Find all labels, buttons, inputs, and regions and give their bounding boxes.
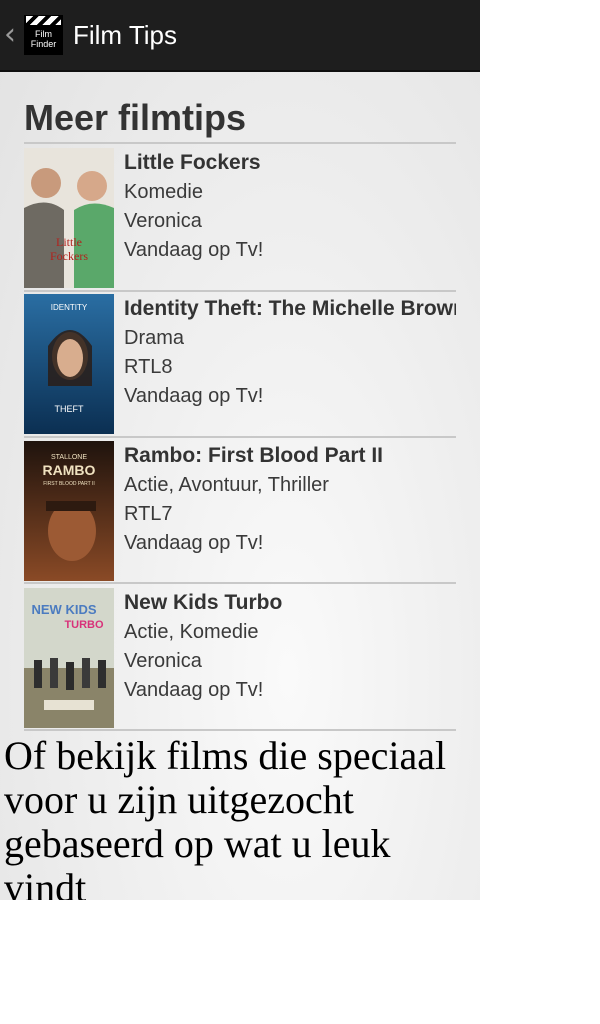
app-title: Film Tips	[73, 20, 177, 50]
divider	[24, 290, 456, 292]
movie-row[interactable]: Little Fockers Little Fockers Komedie Ve…	[24, 148, 456, 288]
movie-airing: Vandaag op Tv!	[124, 679, 264, 701]
poster-title-line: RAMBO	[43, 462, 96, 478]
movie-airing: Vandaag op Tv!	[124, 239, 264, 261]
movie-airing: Vandaag op Tv!	[124, 532, 264, 554]
movie-poster: IDENTITY THEFT	[24, 294, 114, 434]
section-title: Meer filmtips	[24, 97, 247, 138]
movie-genre: Drama	[124, 327, 185, 349]
action-bar: ‹ Film Finder Film Tips	[0, 0, 480, 72]
movie-title: Little Fockers	[124, 151, 261, 174]
poster-title-line: FIRST BLOOD PART II	[43, 481, 95, 487]
movie-airing: Vandaag op Tv!	[124, 385, 264, 407]
movie-poster: Little Fockers	[24, 148, 114, 288]
movie-row[interactable]: STALLONE RAMBO FIRST BLOOD PART II Rambo…	[24, 441, 456, 581]
movie-channel: Veronica	[124, 650, 202, 672]
divider	[24, 729, 456, 731]
poster-title-line: Fockers	[50, 249, 88, 263]
app-screen: ‹ Film Finder Film Tips Meer filmtips Li…	[0, 0, 480, 900]
movie-title: Identity Theft: The Michelle Brown Story	[124, 297, 456, 320]
movie-channel: Veronica	[124, 210, 202, 232]
movie-channel: RTL7	[124, 503, 173, 525]
movie-info: New Kids Turbo Actie, Komedie Veronica V…	[124, 588, 456, 728]
back-button[interactable]: ‹	[4, 18, 22, 52]
movie-row[interactable]: IDENTITY THEFT Identity Theft: The Miche…	[24, 294, 456, 434]
personalized-films-link[interactable]: Of bekijk films die speciaal voor u zijn…	[4, 734, 480, 901]
movie-row[interactable]: NEW KIDS TURBO New Kids Turbo Actie, Kom…	[24, 588, 456, 728]
poster-title-line: STALLONE	[51, 454, 87, 461]
movie-title: New Kids Turbo	[124, 591, 283, 614]
clapperboard-icon	[26, 16, 61, 25]
movie-title: Rambo: First Blood Part II	[124, 444, 384, 467]
movie-info: Rambo: First Blood Part II Actie, Avontu…	[124, 441, 456, 581]
divider	[24, 582, 456, 584]
movie-info: Little Fockers Komedie Veronica Vandaag …	[124, 148, 456, 288]
divider	[24, 436, 456, 438]
movie-channel: RTL8	[124, 356, 173, 378]
poster-title-line: NEW KIDS	[32, 602, 97, 617]
poster-title-line: THEFT	[55, 404, 84, 414]
movie-genre: Komedie	[124, 181, 203, 203]
movie-genre: Actie, Komedie	[124, 621, 259, 643]
divider	[24, 142, 456, 144]
movie-poster: STALLONE RAMBO FIRST BLOOD PART II	[24, 441, 114, 581]
chevron-left-icon: ‹	[4, 17, 16, 52]
poster-title-line: IDENTITY	[51, 303, 88, 312]
film-finder-logo[interactable]: Film Finder	[24, 15, 63, 55]
movie-info: Identity Theft: The Michelle Brown Story…	[124, 294, 456, 434]
movie-poster: NEW KIDS TURBO	[24, 588, 114, 728]
poster-title-line: TURBO	[64, 619, 104, 631]
logo-text: Film Finder	[30, 29, 57, 49]
poster-title-line: Little	[56, 235, 82, 249]
movie-genre: Actie, Avontuur, Thriller	[124, 474, 329, 496]
